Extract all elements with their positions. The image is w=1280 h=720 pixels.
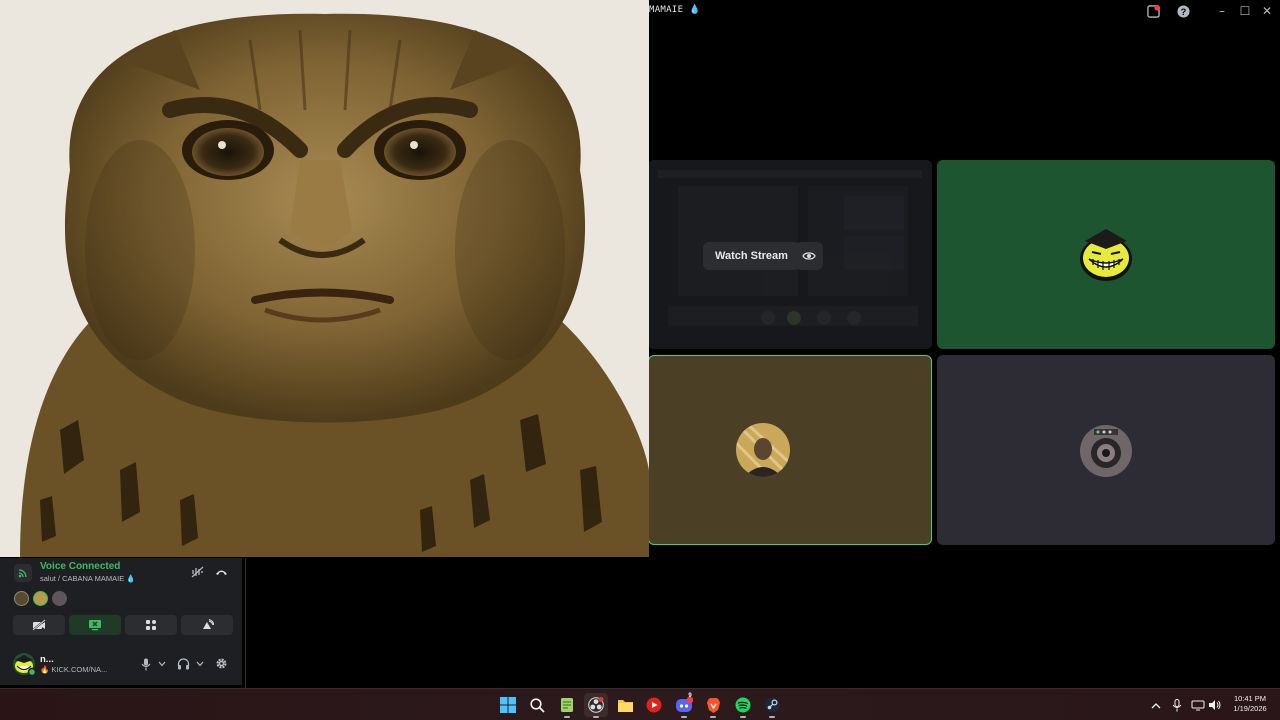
participant-mini-avatar[interactable] [52, 591, 67, 606]
close-icon[interactable]: ✕ [1259, 3, 1275, 19]
owl-face-picture [0, 0, 649, 557]
running-indicator [710, 716, 716, 718]
microphone-tray-icon[interactable] [1169, 697, 1185, 713]
svg-text:?: ? [1180, 6, 1186, 16]
owl-image [0, 0, 649, 557]
discord-notification-badge: 9 [688, 693, 692, 699]
running-indicator [769, 716, 775, 718]
chevron-up-icon[interactable] [1148, 697, 1164, 713]
disconnect-icon[interactable] [214, 565, 228, 579]
noise-suppression-icon[interactable] [190, 565, 204, 579]
participant-tile-speaking[interactable] [648, 355, 932, 545]
chevron-down-icon[interactable] [195, 658, 205, 670]
headphones-icon[interactable] [176, 657, 190, 671]
brave-browser-icon[interactable] [701, 693, 725, 718]
notepad-app-icon[interactable] [555, 693, 579, 718]
minimize-icon[interactable]: – [1214, 3, 1230, 19]
watch-stream-button[interactable]: Watch Stream [703, 242, 800, 270]
participant-avatar [1080, 425, 1132, 477]
participant-avatar [1080, 229, 1132, 281]
soundboard-button[interactable] [181, 615, 233, 635]
eye-icon [802, 252, 816, 260]
youtube-icon[interactable] [642, 693, 666, 717]
toggle-camera-button[interactable] [13, 615, 65, 635]
settings-gear-icon[interactable] [214, 656, 229, 671]
chevron-down-icon[interactable] [157, 658, 167, 670]
panel-divider [245, 558, 246, 688]
window-title: MAMAIE 💧 [649, 5, 701, 15]
participant-tile[interactable] [937, 355, 1275, 545]
user-bar [0, 647, 242, 683]
running-indicator [564, 716, 570, 718]
participant-avatar [736, 423, 790, 477]
participant-mini-avatar[interactable] [14, 591, 29, 606]
spotify-icon[interactable] [731, 693, 755, 718]
search-icon[interactable] [525, 693, 549, 717]
steam-icon[interactable] [760, 693, 784, 718]
stream-tile[interactable]: Watch Stream [648, 160, 932, 349]
help-icon[interactable]: ? [1175, 3, 1191, 19]
voice-channel-path[interactable]: salut / CABANA MAMAIE 💧 [40, 574, 136, 583]
screen-share-icon [89, 620, 101, 631]
activities-icon [146, 620, 156, 630]
screen-share-button[interactable] [69, 615, 121, 635]
start-windows-icon[interactable] [496, 693, 520, 717]
network-icon[interactable] [1190, 697, 1206, 713]
username: n... [40, 654, 54, 665]
user-avatar[interactable] [12, 652, 36, 676]
clock-date: 1/19/2026 [1233, 704, 1267, 713]
maximize-icon[interactable]: ☐ [1237, 3, 1253, 19]
obs-app-icon[interactable] [584, 693, 608, 718]
voice-connected-panel: Voice Connected salut / CABANA MAMAIE 💧 … [0, 558, 242, 685]
voice-status: Voice Connected [40, 561, 121, 572]
volume-icon[interactable] [1207, 697, 1223, 713]
inbox-icon[interactable] [1145, 3, 1161, 19]
camera-off-icon [32, 619, 46, 631]
running-indicator [593, 716, 599, 718]
microphone-icon[interactable] [139, 657, 153, 671]
activities-button[interactable] [125, 615, 177, 635]
soundboard-icon [202, 619, 214, 629]
running-indicator [681, 716, 687, 718]
custom-status: 🔥 KICK.COM/NA... [40, 665, 108, 674]
taskbar: 9 [0, 688, 1280, 720]
participant-mini-avatar[interactable] [33, 591, 48, 606]
watch-preview-button[interactable] [795, 242, 823, 270]
clock-time: 10:41 PM [1233, 694, 1267, 703]
file-explorer-icon[interactable] [613, 693, 637, 717]
connection-signal-icon[interactable] [14, 564, 32, 582]
system-clock[interactable]: 10:41 PM 1/19/2026 [1228, 694, 1272, 714]
running-indicator [740, 716, 746, 718]
participant-tile[interactable] [937, 160, 1275, 349]
